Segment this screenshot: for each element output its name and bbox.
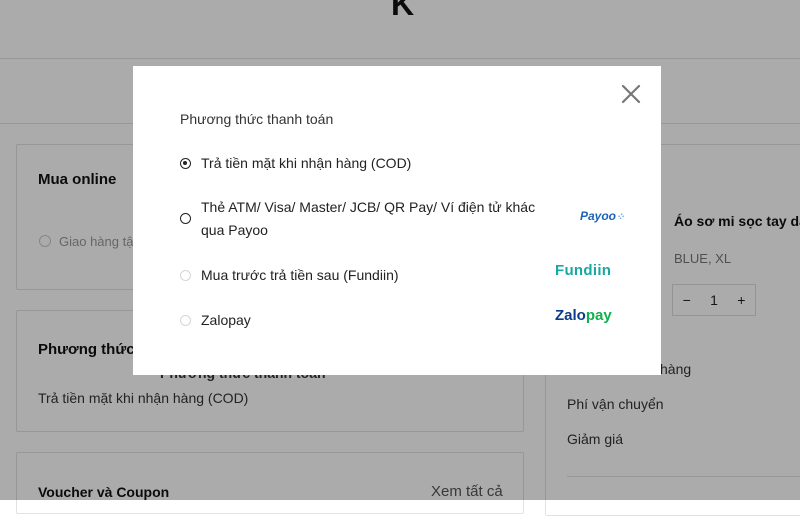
modal-title: Phương thức thanh toán <box>180 111 334 127</box>
close-icon[interactable] <box>619 82 643 106</box>
fundiin-logo: Fundiin <box>555 262 612 279</box>
option-label-zalopay: Zalopay <box>201 312 251 328</box>
payment-option-zalopay[interactable]: Zalopay Zalopay <box>180 307 640 332</box>
option-label-fundiin: Mua trước trả tiền sau (Fundiin) <box>201 267 399 283</box>
zalopay-logo-zalo: Zalo <box>555 307 586 324</box>
payment-option-fundiin[interactable]: Mua trước trả tiền sau (Fundiin) Fundiin <box>180 262 640 287</box>
zalopay-logo: Zalopay <box>555 307 612 324</box>
option-label-cod: Trả tiền mặt khi nhận hàng (COD) <box>201 155 412 171</box>
option-label-payoo: Thẻ ATM/ Visa/ Master/ JCB/ QR Pay/ Ví đ… <box>201 199 536 238</box>
radio-zalopay[interactable] <box>180 315 191 326</box>
zalopay-logo-pay: pay <box>585 307 612 324</box>
radio-cod[interactable] <box>180 158 191 169</box>
payoo-logo-text: Payoo <box>580 209 617 223</box>
payoo-logo: Payoo⁘ <box>580 209 624 223</box>
payment-method-modal: Phương thức thanh toán Trả tiền mặt khi … <box>133 66 661 375</box>
radio-payoo[interactable] <box>180 213 191 224</box>
payment-option-cod[interactable]: Trả tiền mặt khi nhận hàng (COD) <box>180 152 640 175</box>
radio-fundiin[interactable] <box>180 270 191 281</box>
payoo-spark-icon: ⁘ <box>616 212 625 223</box>
payment-option-payoo[interactable]: Thẻ ATM/ Visa/ Master/ JCB/ QR Pay/ Ví đ… <box>180 196 640 242</box>
